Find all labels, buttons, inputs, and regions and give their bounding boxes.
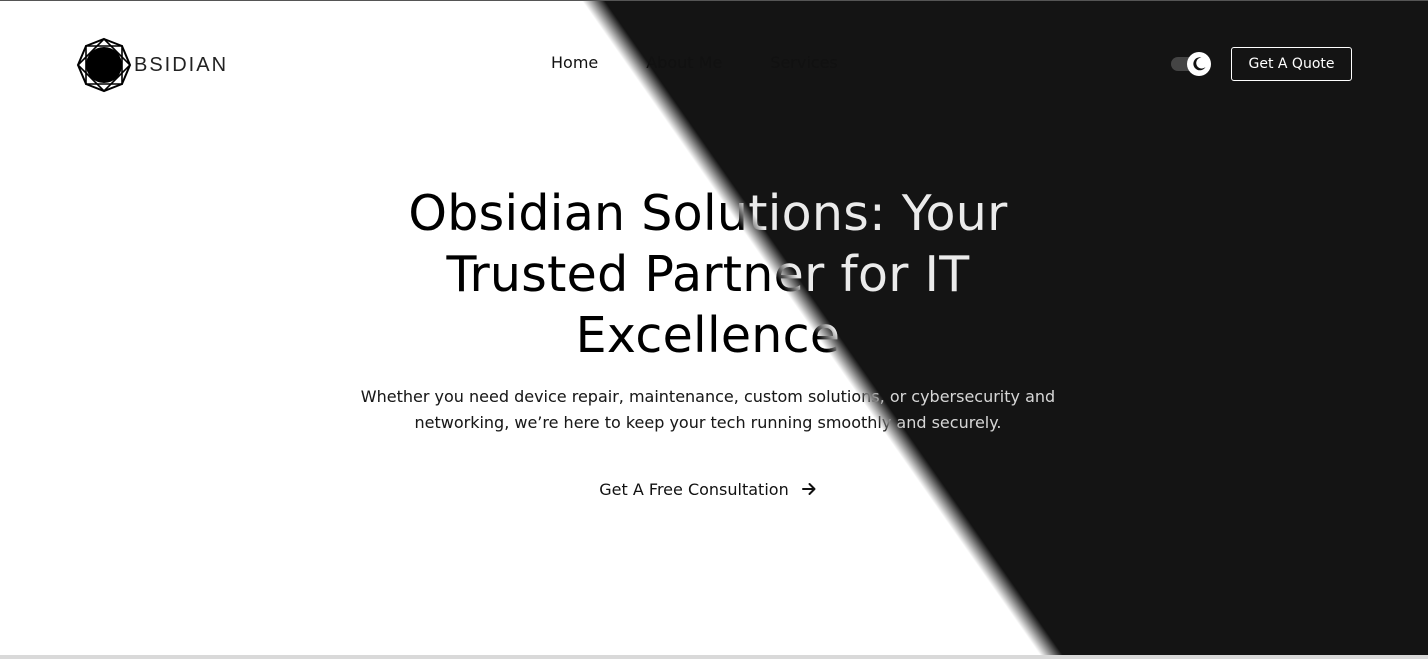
theme-toggle[interactable] xyxy=(1171,52,1211,76)
free-consultation-button[interactable]: Get A Free Consultation xyxy=(576,467,840,511)
nav-about-me[interactable]: About Me xyxy=(646,53,722,72)
get-a-quote-button[interactable]: Get A Quote xyxy=(1231,47,1352,81)
hero-title: Obsidian Solutions: Your Trusted Partner… xyxy=(408,185,1008,364)
arrow-right-icon xyxy=(801,483,816,495)
obsidian-gem-icon xyxy=(76,37,132,93)
nav-services[interactable]: Services xyxy=(770,53,837,72)
logo[interactable]: BSIDIAN xyxy=(76,37,228,93)
toggle-knob xyxy=(1187,52,1211,76)
moon-icon xyxy=(1193,57,1206,71)
hero-subtitle: Whether you need device repair, maintena… xyxy=(360,387,1056,432)
main-nav: Home About Me Services xyxy=(551,53,838,72)
top-border xyxy=(0,0,1428,1)
logo-text: BSIDIAN xyxy=(134,53,229,76)
bottom-border xyxy=(0,655,1428,659)
nav-home[interactable]: Home xyxy=(551,53,598,72)
cta-label: Get A Free Consultation xyxy=(599,479,789,499)
